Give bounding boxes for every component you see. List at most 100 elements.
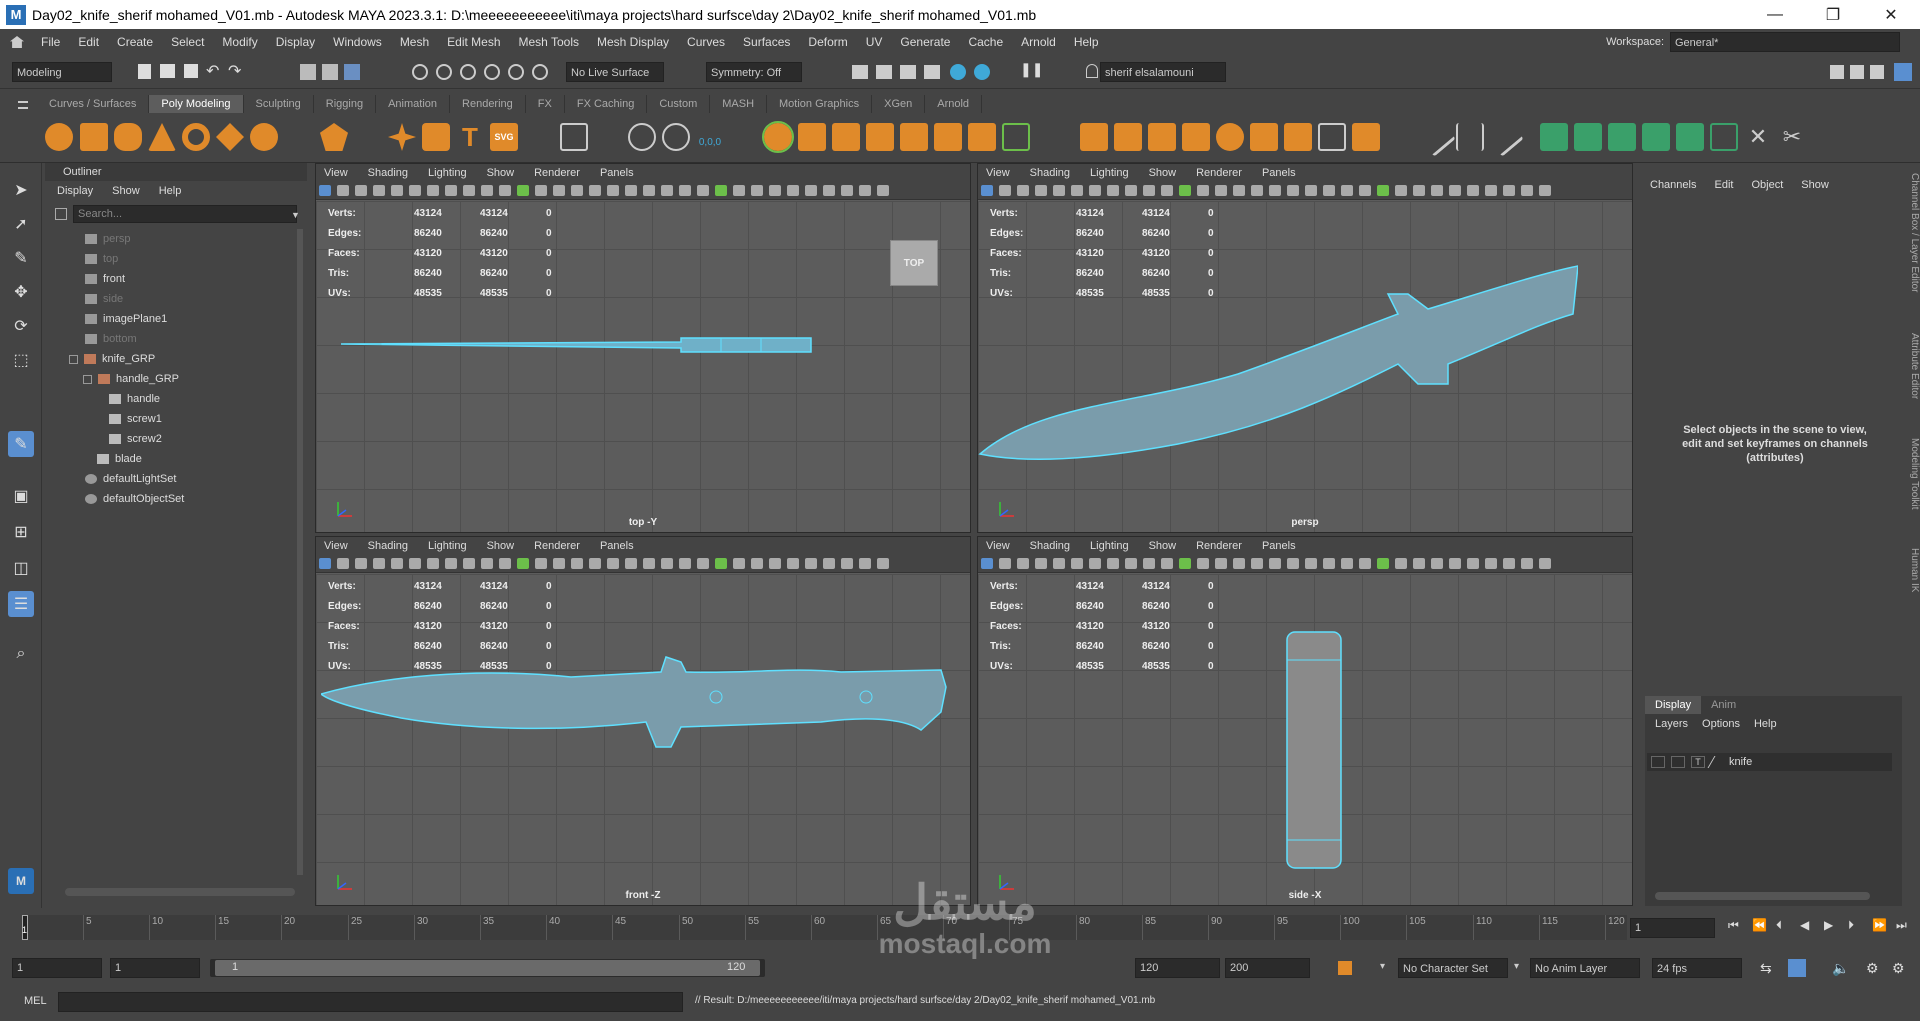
viewport-menu-shading[interactable]: Shading	[368, 540, 408, 552]
extract-icon[interactable]	[934, 123, 962, 151]
viewport-tool-icon[interactable]	[823, 558, 835, 569]
last-tool-icon[interactable]: ✎	[8, 431, 34, 457]
step-forward-frame-icon[interactable]: ⏵	[1848, 918, 1854, 933]
viewport-tool-icon[interactable]	[481, 558, 493, 569]
snap-grid-icon[interactable]	[412, 64, 428, 80]
save-scene-icon[interactable]	[184, 64, 198, 78]
viewport-tool-icon[interactable]	[1071, 185, 1083, 196]
viewport-menu-lighting[interactable]: Lighting	[1090, 540, 1129, 552]
viewport-tool-icon[interactable]	[841, 185, 853, 196]
viewport-tool-icon[interactable]	[409, 558, 421, 569]
close-button[interactable]: ✕	[1862, 5, 1920, 25]
collapse-icon[interactable]	[1250, 123, 1278, 151]
viewport-tool-icon[interactable]	[1089, 558, 1101, 569]
viewport-tool-icon[interactable]	[1449, 185, 1461, 196]
viewport-menu-show[interactable]: Show	[1149, 167, 1177, 179]
menu-create[interactable]: Create	[108, 35, 162, 49]
outliner-horizontal-scrollbar[interactable]	[65, 888, 295, 896]
layer-display-type[interactable]: T	[1691, 756, 1705, 768]
filter-icon[interactable]	[55, 208, 67, 220]
shelf-tab-motion-graphics[interactable]: Motion Graphics	[767, 95, 873, 113]
viewport-tool-icon[interactable]	[1377, 185, 1389, 196]
viewport-tool-icon[interactable]	[1503, 558, 1515, 569]
boolean-icon[interactable]	[866, 123, 894, 151]
viewport-tool-icon[interactable]	[787, 185, 799, 196]
viewport-tool-icon[interactable]	[355, 558, 367, 569]
viewport-menu-lighting[interactable]: Lighting	[428, 540, 467, 552]
uv-unfold-icon[interactable]	[1676, 123, 1704, 151]
viewport-tool-icon[interactable]	[1521, 185, 1533, 196]
viewport-tool-icon[interactable]	[1503, 185, 1515, 196]
poly-cube-icon[interactable]	[80, 123, 108, 151]
viewport-tool-icon[interactable]	[373, 185, 385, 196]
viewport-tool-icon[interactable]	[535, 558, 547, 569]
viewport-tool-icon[interactable]	[643, 185, 655, 196]
move-tool-icon[interactable]: ✥	[8, 279, 34, 305]
viewport-tool-icon[interactable]	[981, 558, 993, 569]
viewport-menu-renderer[interactable]: Renderer	[534, 167, 580, 179]
range-slider-handle[interactable]	[215, 960, 760, 976]
outliner-item-blade[interactable]: blade	[97, 449, 142, 469]
two-view-layout-icon[interactable]: ◫	[8, 555, 34, 581]
outliner-item-knife-grp[interactable]: knife_GRP	[69, 349, 155, 369]
viewport-tool-icon[interactable]	[535, 185, 547, 196]
viewport-tool-icon[interactable]	[1323, 185, 1335, 196]
viewport-tool-icon[interactable]	[553, 185, 565, 196]
viewport-tool-icon[interactable]	[571, 558, 583, 569]
viewport-tool-icon[interactable]	[1449, 558, 1461, 569]
viewport-tool-icon[interactable]	[751, 185, 763, 196]
viewport-menu-panels[interactable]: Panels	[600, 167, 634, 179]
viewport-tool-icon[interactable]	[1035, 558, 1047, 569]
step-back-frame-icon[interactable]: ⏴	[1776, 918, 1782, 933]
viewport-tool-icon[interactable]	[463, 558, 475, 569]
layer-menu-layers[interactable]: Layers	[1655, 718, 1688, 730]
rotate-tool-icon[interactable]: ⟳	[8, 313, 34, 339]
viewport-tool-icon[interactable]	[391, 185, 403, 196]
shelf-tab-arnold[interactable]: Arnold	[925, 95, 983, 113]
redo-icon[interactable]: ↷	[228, 61, 241, 81]
append-polygon-icon[interactable]	[1216, 123, 1244, 151]
layer-horizontal-scrollbar[interactable]	[1655, 892, 1870, 900]
viewport-front[interactable]: View Shading Lighting Show Renderer Panels Ve…	[315, 536, 971, 906]
knife-mesh-side[interactable]	[1285, 630, 1345, 870]
home-icon[interactable]	[10, 36, 24, 48]
viewport-tool-icon[interactable]	[1233, 185, 1245, 196]
shelf-tab-sculpting[interactable]: Sculpting	[244, 95, 314, 113]
viewport-tool-icon[interactable]	[1071, 558, 1083, 569]
menu-modify[interactable]: Modify	[213, 35, 266, 49]
viewport-tool-icon[interactable]	[999, 558, 1011, 569]
layer-color-icon[interactable]	[1707, 756, 1727, 768]
viewport-tool-icon[interactable]	[319, 185, 331, 196]
channelbox-menu-edit[interactable]: Edit	[1714, 179, 1733, 191]
viewport-tool-icon[interactable]	[1161, 558, 1173, 569]
live-surface-field[interactable]: No Live Surface	[566, 62, 664, 82]
viewport-tool-icon[interactable]	[877, 185, 889, 196]
menu-display[interactable]: Display	[267, 35, 324, 49]
mash-network-icon[interactable]	[560, 123, 588, 151]
play-forward-icon[interactable]: ▶	[1824, 918, 1833, 932]
poly-sphere-icon[interactable]	[45, 123, 73, 151]
layer-menu-help[interactable]: Help	[1754, 718, 1777, 730]
extrude-icon[interactable]	[1080, 123, 1108, 151]
viewport-tool-icon[interactable]	[823, 185, 835, 196]
viewport-menu-view[interactable]: View	[986, 167, 1010, 179]
remesh-icon[interactable]	[968, 123, 996, 151]
outliner-item-top[interactable]: top	[85, 249, 118, 269]
menu-generate[interactable]: Generate	[891, 35, 959, 49]
viewport-tool-icon[interactable]	[589, 185, 601, 196]
shelf-tab-fx[interactable]: FX	[526, 95, 565, 113]
viewport-tool-icon[interactable]	[661, 558, 673, 569]
svg-tool-icon[interactable]: SVG	[490, 123, 518, 151]
viewport-tool-icon[interactable]	[679, 558, 691, 569]
menu-mesh[interactable]: Mesh	[391, 35, 438, 49]
select-object-icon[interactable]	[322, 64, 338, 80]
poly-plane-icon[interactable]	[216, 123, 244, 151]
viewport-tool-icon[interactable]	[499, 185, 511, 196]
menu-curves[interactable]: Curves	[678, 35, 734, 49]
snap-vertex-icon[interactable]	[532, 64, 548, 80]
outliner-item-defaultobjectset[interactable]: defaultObjectSet	[85, 489, 184, 509]
viewport-tool-icon[interactable]	[1215, 558, 1227, 569]
snap-curve-icon[interactable]	[436, 64, 452, 80]
shelf-tab-curves-surfaces[interactable]: Curves / Surfaces	[37, 95, 150, 113]
viewport-tool-icon[interactable]	[787, 558, 799, 569]
